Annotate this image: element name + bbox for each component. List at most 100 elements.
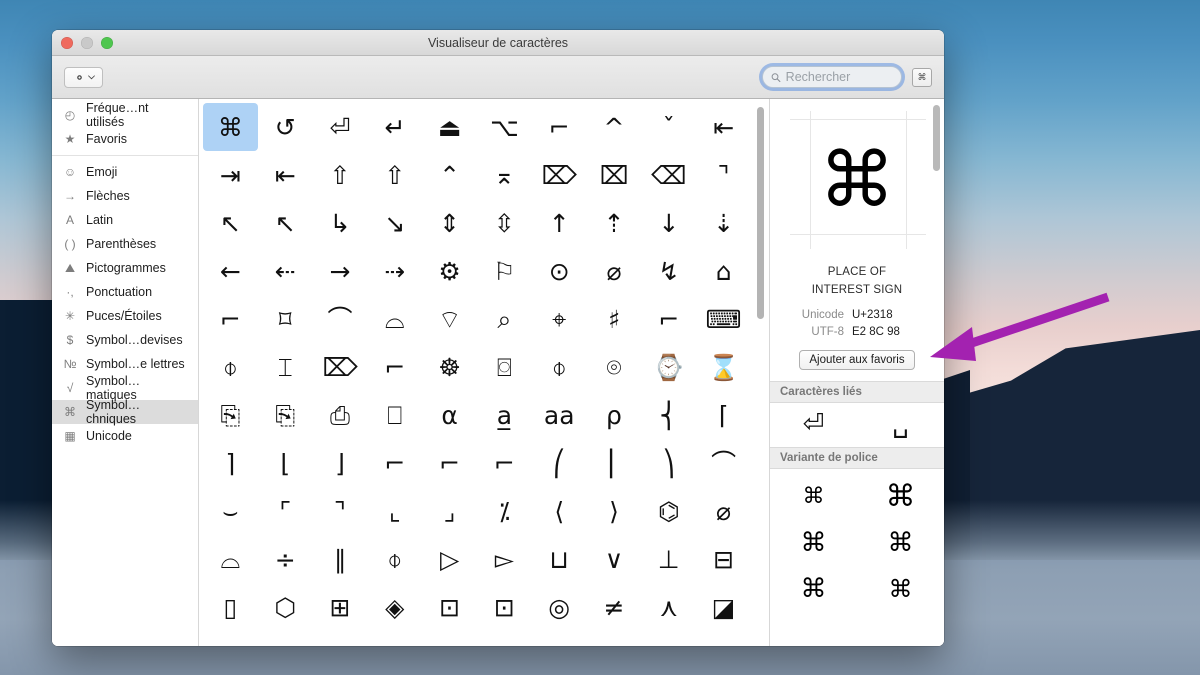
character-cell[interactable]: ⇡ <box>587 199 642 247</box>
sidebar-item-0[interactable]: ◴Fréque…nt utilisés <box>52 103 198 127</box>
character-cell[interactable]: ⇤ <box>258 151 313 199</box>
character-cell[interactable]: ⌋ <box>313 439 368 487</box>
character-grid[interactable]: ⌘↺⏎↵⏏⌥⌐^ˇ⇤⇥⇤⇧⇧⌃⌅⌦⌧⌫⌝↖↖↳↘⇕⇳↑⇡↓⇣←⇠→⇢⚙⚐⊙⌀↯⌂… <box>199 99 769 635</box>
character-cell[interactable]: ↵ <box>367 103 422 151</box>
character-cell[interactable]: ⌕ <box>477 295 532 343</box>
detail-scrollbar-thumb[interactable] <box>933 105 940 171</box>
character-cell[interactable]: ⌘ <box>203 103 258 151</box>
character-cell[interactable]: ⌐ <box>422 439 477 487</box>
character-cell[interactable]: ⌒ <box>696 439 751 487</box>
character-cell[interactable]: ⟩ <box>587 487 642 535</box>
character-cell[interactable]: ⌀ <box>587 247 642 295</box>
character-cell[interactable]: ⌉ <box>203 439 258 487</box>
character-cell[interactable]: ⌽ <box>367 535 422 583</box>
character-cell[interactable]: ⌐ <box>203 295 258 343</box>
character-cell[interactable]: ⇠ <box>258 247 313 295</box>
character-cell[interactable]: ⌐ <box>532 103 587 151</box>
grid-scrollbar-thumb[interactable] <box>757 107 764 319</box>
character-cell[interactable]: ⌨ <box>696 295 751 343</box>
sidebar-item-1[interactable]: ★Favoris <box>52 127 198 151</box>
character-cell[interactable]: ◪ <box>696 583 751 631</box>
character-cell[interactable]: ⎢ <box>587 439 642 487</box>
action-gear-button[interactable] <box>64 67 103 88</box>
character-cell[interactable]: ⌑ <box>258 295 313 343</box>
character-cell[interactable]: ⌐ <box>641 295 696 343</box>
sidebar-item-8[interactable]: ✳Puces/Étoiles <box>52 304 198 328</box>
character-cell[interactable]: ⇤ <box>696 103 751 151</box>
character-cell[interactable]: ⌝ <box>696 151 751 199</box>
character-cell[interactable]: ⌟ <box>422 487 477 535</box>
character-cell[interactable]: ⎘ <box>203 391 258 439</box>
character-cell[interactable]: ⬡ <box>258 583 313 631</box>
font-variant-cell[interactable]: ⌘ <box>857 477 944 517</box>
character-cell[interactable]: ↓ <box>641 199 696 247</box>
sidebar-item-3[interactable]: →Flèches <box>52 184 198 208</box>
character-cell[interactable]: ⊟ <box>696 535 751 583</box>
character-cell[interactable]: ⎞ <box>641 439 696 487</box>
character-cell[interactable]: ⁒ <box>477 487 532 535</box>
character-cell[interactable]: ⎙ <box>313 391 368 439</box>
character-cell[interactable]: ↯ <box>641 247 696 295</box>
character-cell[interactable]: ⌬ <box>641 487 696 535</box>
character-cell[interactable]: ⍴ <box>587 391 642 439</box>
category-sidebar[interactable]: ◴Fréque…nt utilisés★Favoris ☺Emoji→Flèche… <box>52 99 199 646</box>
character-cell[interactable]: ⌓ <box>203 535 258 583</box>
character-cell[interactable]: ⚙ <box>422 247 477 295</box>
related-characters-row[interactable]: ⏎␣ <box>770 403 944 447</box>
character-cell[interactable]: ⌦ <box>532 151 587 199</box>
character-cell[interactable]: ⇥ <box>203 151 258 199</box>
character-cell[interactable]: ˇ <box>641 103 696 151</box>
sidebar-item-11[interactable]: √Symbol…matiques <box>52 376 198 400</box>
character-cell[interactable]: ↳ <box>313 199 368 247</box>
character-cell[interactable]: ⌧ <box>587 151 642 199</box>
character-cell[interactable]: ⌀ <box>696 487 751 535</box>
font-variant-grid[interactable]: ⌘⌘⌘⌘⌘⌘ <box>770 469 944 609</box>
character-cell[interactable]: ⇳ <box>477 199 532 247</box>
character-cell[interactable]: ⌈ <box>696 391 751 439</box>
character-cell[interactable]: ☸ <box>422 343 477 391</box>
character-cell[interactable]: ◎ <box>532 583 587 631</box>
character-cell[interactable]: aa <box>532 391 587 439</box>
sidebar-item-12[interactable]: ⌘Symbol…chniques <box>52 400 198 424</box>
character-cell[interactable]: ⌒ <box>313 295 368 343</box>
character-cell[interactable]: ◈ <box>367 583 422 631</box>
character-cell[interactable]: ^ <box>587 103 642 151</box>
character-cell[interactable]: ⎘ <box>258 391 313 439</box>
character-cell[interactable]: ⊡ <box>422 583 477 631</box>
sidebar-item-9[interactable]: $Symbol…devises <box>52 328 198 352</box>
character-cell[interactable]: ⌶ <box>258 343 313 391</box>
character-cell[interactable]: ⌥ <box>477 103 532 151</box>
sidebar-item-5[interactable]: ( )Parenthèses <box>52 232 198 256</box>
character-cell[interactable]: ⌐ <box>367 343 422 391</box>
character-cell[interactable]: ⊞ <box>313 583 368 631</box>
character-cell[interactable]: ▻ <box>477 535 532 583</box>
character-cell[interactable]: → <box>313 247 368 295</box>
character-cell[interactable]: ⌊ <box>258 439 313 487</box>
font-variant-cell[interactable]: ⌘ <box>857 523 944 563</box>
character-cell[interactable]: ⌦ <box>313 343 368 391</box>
character-cell[interactable]: ⏎ <box>313 103 368 151</box>
character-cell[interactable]: ⌔ <box>422 295 477 343</box>
character-cell[interactable]: ↖ <box>258 199 313 247</box>
character-cell[interactable]: ⌐ <box>477 439 532 487</box>
sidebar-item-7[interactable]: ·,Ponctuation <box>52 280 198 304</box>
search-field[interactable] <box>762 66 902 88</box>
character-cell[interactable]: ⋏ <box>641 583 696 631</box>
character-cell[interactable]: ⌂ <box>696 247 751 295</box>
character-cell[interactable]: ↘ <box>367 199 422 247</box>
character-cell[interactable]: ⌫ <box>641 151 696 199</box>
character-cell[interactable]: ⍺ <box>422 391 477 439</box>
character-cell[interactable]: ⎨ <box>641 391 696 439</box>
sidebar-item-10[interactable]: №Symbol…e lettres <box>52 352 198 376</box>
character-cell[interactable]: ⌅ <box>477 151 532 199</box>
character-cell[interactable]: ⌐ <box>367 439 422 487</box>
sidebar-item-2[interactable]: ☺Emoji <box>52 160 198 184</box>
character-cell[interactable]: ⏏ <box>422 103 477 151</box>
character-cell[interactable]: ⌽ <box>203 343 258 391</box>
character-cell[interactable]: ⌾ <box>587 343 642 391</box>
character-cell[interactable]: ÷ <box>258 535 313 583</box>
character-cell[interactable]: ⌚ <box>641 343 696 391</box>
add-to-favorites-button[interactable]: Ajouter aux favoris <box>799 350 914 370</box>
character-cell[interactable]: ↑ <box>532 199 587 247</box>
search-input[interactable] <box>786 70 893 84</box>
